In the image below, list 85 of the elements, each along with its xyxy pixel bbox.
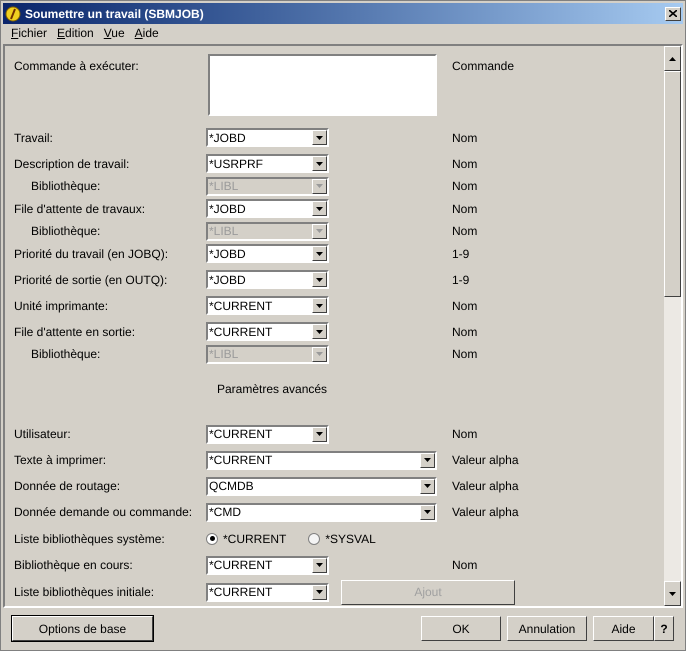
- field-hint: Nom: [452, 426, 478, 444]
- dropdown-field[interactable]: *JOBD: [206, 244, 329, 264]
- field-hint: Nom: [452, 346, 478, 364]
- dropdown-field[interactable]: *JOBD: [206, 199, 329, 218]
- dialog-button[interactable]: Annulation: [507, 616, 587, 641]
- field-label: Bibliothèque:: [30, 223, 102, 240]
- dropdown-field[interactable]: *USRPRF: [206, 154, 329, 174]
- command-input[interactable]: [208, 54, 437, 116]
- dialog-button[interactable]: Aide: [593, 616, 654, 641]
- field-hint: Nom: [452, 130, 478, 147]
- caret-icon: [420, 504, 435, 520]
- caret-icon: [312, 324, 327, 340]
- menu-item[interactable]: Aide: [130, 24, 163, 42]
- dropdown-field[interactable]: *CURRENT: [206, 322, 329, 342]
- field-hint: 1-9: [452, 246, 470, 263]
- field-label: Priorité de sortie (en OUTQ):: [14, 272, 168, 289]
- dropdown-field[interactable]: *JOBD: [206, 128, 329, 148]
- field-label: Utilisateur:: [14, 426, 72, 444]
- dropdown-field[interactable]: *CURRENT: [206, 296, 329, 316]
- field-hint: Nom: [452, 178, 478, 196]
- field-label: Texte à imprimer:: [14, 452, 108, 470]
- app-icon: [5, 6, 21, 22]
- caret-icon: [420, 478, 435, 494]
- field-label: Liste bibliothèques système:: [14, 530, 166, 548]
- field-label: Donnée de routage:: [14, 478, 122, 496]
- dropdown-field[interactable]: QCMDB: [206, 476, 437, 496]
- caret-icon: [312, 130, 327, 146]
- caret-icon: [312, 201, 327, 216]
- field-hint: Nom: [452, 298, 478, 315]
- field-hint: Nom: [452, 557, 478, 574]
- caret-icon: [312, 224, 327, 239]
- field-label: Unité imprimante:: [14, 298, 110, 315]
- field-label: Commande à exécuter:: [14, 58, 140, 75]
- field-label: Liste bibliothèques initiale:: [14, 584, 156, 602]
- menu-item[interactable]: Fichier: [7, 24, 52, 42]
- field-hint: Nom: [452, 200, 478, 218]
- dropdown-field[interactable]: *CURRENT: [206, 582, 329, 602]
- scroll-up-icon: [669, 56, 676, 60]
- field-label: File d'attente en sortie:: [14, 324, 136, 341]
- close-button[interactable]: [665, 6, 681, 20]
- radio-button[interactable]: [206, 532, 218, 545]
- field-hint: Nom: [452, 156, 478, 173]
- field-label: Travail:: [14, 130, 54, 147]
- caret-icon: [312, 346, 327, 362]
- help-button[interactable]: ?: [654, 616, 674, 641]
- caret-icon: [312, 178, 327, 194]
- dropdown-field[interactable]: *CURRENT: [206, 450, 437, 470]
- radio-label: *SYSVAL: [325, 530, 376, 548]
- field-label: File d'attente de travaux:: [14, 200, 146, 218]
- field-hint: Nom: [452, 223, 478, 240]
- field-label: Bibliothèque en cours:: [14, 557, 134, 574]
- dropdown-field[interactable]: *CMD: [206, 502, 437, 522]
- window-title: Soumettre un travail (SBMJOB): [25, 6, 205, 22]
- radio-label: *CURRENT: [223, 530, 286, 548]
- caret-icon: [312, 426, 327, 442]
- dropdown-field[interactable]: *CURRENT: [206, 424, 329, 444]
- caret-icon: [312, 298, 327, 314]
- dialog-button[interactable]: OK: [421, 616, 501, 641]
- field-label: Priorité du travail (en JOBQ):: [14, 246, 170, 263]
- caret-icon: [312, 156, 327, 172]
- field-hint: Commande: [452, 58, 514, 75]
- scroll-down-icon: [669, 592, 676, 596]
- field-label: Bibliothèque:: [30, 178, 102, 196]
- field-hint: Valeur alpha: [452, 504, 518, 522]
- caret-icon: [312, 558, 327, 573]
- menu-item[interactable]: Vue: [100, 24, 129, 42]
- basic-options-button[interactable]: Options de base: [12, 616, 153, 641]
- caret-icon: [420, 452, 435, 468]
- field-hint: 1-9: [452, 272, 470, 289]
- caret-icon: [312, 246, 327, 262]
- dropdown-field[interactable]: *JOBD: [206, 270, 329, 290]
- radio-button[interactable]: [308, 532, 320, 545]
- section-heading: Paramètres avancés: [217, 381, 328, 398]
- close-icon: [669, 10, 677, 17]
- field-hint: Valeur alpha: [452, 478, 518, 496]
- field-hint: Valeur alpha: [452, 452, 518, 470]
- dropdown-field[interactable]: *CURRENT: [206, 556, 329, 575]
- field-label: Donnée demande ou commande:: [14, 504, 194, 522]
- caret-icon: [312, 272, 327, 288]
- caret-icon: [312, 584, 327, 600]
- field-label: Description de travail:: [14, 156, 130, 173]
- field-label: Bibliothèque:: [30, 346, 102, 364]
- scrollbar[interactable]: [664, 46, 681, 606]
- field-hint: Nom: [452, 324, 478, 341]
- menu-item[interactable]: Edition: [53, 24, 98, 42]
